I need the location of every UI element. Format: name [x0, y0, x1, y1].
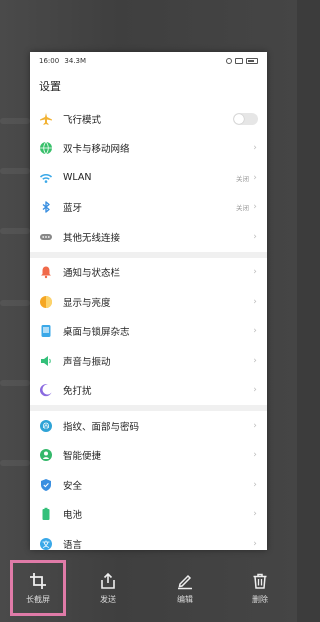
settings-row[interactable]: WLAN 关闭 ›: [30, 163, 267, 193]
settings-row[interactable]: 其他无线连接 ›: [30, 222, 267, 252]
settings-row[interactable]: 双卡与移动网络 ›: [30, 134, 267, 164]
settings-row[interactable]: 指纹、面部与密码 ›: [30, 411, 267, 441]
settings-row-label: 语言: [63, 539, 83, 550]
chevron-right-icon: ›: [253, 143, 257, 154]
settings-row-label: 飞行模式: [63, 114, 102, 126]
airplane-mode-toggle[interactable]: [233, 112, 258, 125]
settings-row-label: 桌面与锁屏杂志: [63, 327, 130, 339]
toolbar-button-label: 发送: [100, 594, 116, 604]
settings-row[interactable]: 智能便捷 ›: [30, 441, 267, 471]
share-icon: [99, 572, 117, 590]
crop-button[interactable]: 长截屏: [10, 560, 66, 616]
status-extra: 34.3M: [64, 57, 87, 65]
settings-row[interactable]: 通知与状态栏 ›: [30, 258, 267, 288]
crop-icon: [29, 572, 47, 590]
alarm-icon: [226, 58, 232, 64]
settings-row-label: 智能便捷: [63, 451, 102, 463]
language-icon: [39, 537, 53, 550]
status-time: 16:00: [39, 57, 60, 65]
edit-icon: [176, 572, 194, 590]
chevron-right-icon: ›: [253, 231, 257, 242]
settings-row[interactable]: 语言 ›: [30, 529, 267, 550]
settings-row-label: 蓝牙: [63, 203, 83, 215]
settings-row-label: 通知与状态栏: [63, 268, 121, 280]
chevron-right-icon: ›: [253, 326, 257, 337]
airplane-icon: [39, 112, 53, 126]
chevron-right-icon: ›: [253, 172, 257, 183]
settings-row[interactable]: 蓝牙 关闭 ›: [30, 193, 267, 223]
settings-row-value: 关闭: [236, 174, 249, 183]
chevron-right-icon: ›: [253, 479, 257, 490]
signal-icon: [235, 58, 243, 64]
toolbar-button-label: 删除: [252, 594, 268, 604]
trash-button[interactable]: 删除: [232, 560, 288, 616]
wallpaper-icon: [39, 324, 53, 338]
battery-icon: [39, 507, 53, 521]
bell-icon: [39, 265, 53, 279]
fingerprint-icon: [39, 419, 53, 433]
settings-row[interactable]: 显示与亮度 ›: [30, 287, 267, 317]
chevron-right-icon: ›: [253, 202, 257, 213]
battery-status-icon: [246, 58, 258, 64]
chevron-right-icon: ›: [253, 538, 257, 549]
settings-row[interactable]: 飞行模式: [30, 104, 267, 134]
settings-row[interactable]: 安全 ›: [30, 470, 267, 500]
status-icons: [226, 58, 258, 64]
settings-row-label: 安全: [63, 480, 83, 492]
toolbar-button-label: 编辑: [177, 594, 193, 604]
settings-row[interactable]: 桌面与锁屏杂志 ›: [30, 317, 267, 347]
globe-icon: [39, 141, 53, 155]
settings-row-label: WLAN: [63, 172, 92, 184]
page-title: 设置: [39, 80, 61, 93]
moon-icon: [39, 383, 53, 397]
settings-row-label: 其他无线连接: [63, 232, 121, 244]
chevron-right-icon: ›: [253, 355, 257, 366]
status-bar: 16:00 34.3M: [30, 52, 267, 70]
chevron-right-icon: ›: [253, 420, 257, 431]
background-ghost-line: [0, 380, 30, 386]
bluetooth-icon: [39, 200, 53, 214]
chevron-right-icon: ›: [253, 385, 257, 396]
settings-row[interactable]: 免打扰 ›: [30, 376, 267, 406]
background-ghost-line: [0, 460, 30, 466]
background-ghost-line: [0, 168, 30, 174]
settings-row-label: 显示与亮度: [63, 297, 111, 309]
settings-row-label: 电池: [63, 510, 83, 522]
shield-icon: [39, 478, 53, 492]
wifi-icon: [39, 171, 53, 185]
chevron-right-icon: ›: [253, 509, 257, 520]
settings-row-label: 免打扰: [63, 386, 92, 398]
background-ghost-line: [0, 228, 30, 234]
background-ghost-line: [0, 300, 30, 306]
chevron-right-icon: ›: [253, 296, 257, 307]
more-connections-icon: [39, 230, 53, 244]
background-ghost-line: [0, 118, 30, 124]
share-button[interactable]: 发送: [80, 560, 136, 616]
settings-row[interactable]: 声音与振动 ›: [30, 346, 267, 376]
screenshot-preview[interactable]: 16:00 34.3M 设置 飞行模式 双卡与移动网络 › WLAN 关闭 › 蓝牙 关闭 › 其…: [30, 52, 267, 550]
trash-icon: [251, 572, 269, 590]
settings-list: 飞行模式 双卡与移动网络 › WLAN 关闭 › 蓝牙 关闭 › 其他无线连接 › 通知与状态栏 › 显示…: [30, 104, 267, 550]
settings-row-label: 双卡与移动网络: [63, 144, 130, 156]
toolbar-button-label: 长截屏: [26, 594, 50, 604]
settings-row-label: 指纹、面部与密码: [63, 421, 140, 433]
chevron-right-icon: ›: [253, 267, 257, 278]
settings-row-value: 关闭: [236, 204, 249, 213]
settings-row-label: 声音与振动: [63, 356, 111, 368]
screenshot-toolbar: 长截屏 发送 编辑 删除: [0, 560, 297, 622]
settings-row[interactable]: 电池 ›: [30, 500, 267, 530]
brightness-icon: [39, 295, 53, 309]
edit-button[interactable]: 编辑: [157, 560, 213, 616]
chevron-right-icon: ›: [253, 450, 257, 461]
smart-assist-icon: [39, 448, 53, 462]
speaker-icon: [39, 354, 53, 368]
